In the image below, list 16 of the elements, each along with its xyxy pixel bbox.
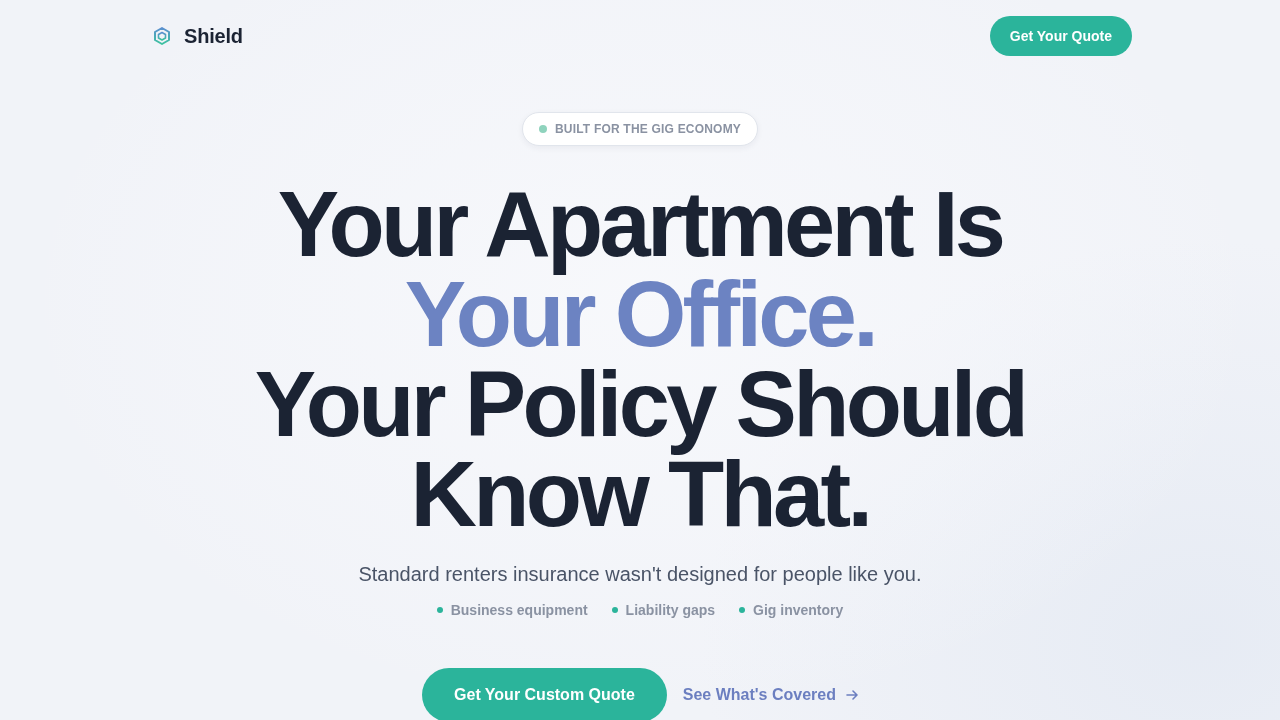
feature-label: Liability gaps xyxy=(625,601,716,620)
arrow-right-icon xyxy=(845,689,858,701)
brand-name: Shield xyxy=(184,24,243,48)
feature-label: Gig inventory xyxy=(753,601,844,620)
status-dot-icon xyxy=(538,125,547,133)
hero-subtitle: Standard renters insurance wasn't designed for people like you. xyxy=(358,562,922,587)
hexagon-logo-icon xyxy=(154,27,170,45)
bullet-dot-icon xyxy=(436,607,443,613)
feature-label: Business equipment xyxy=(450,601,588,620)
get-quote-button[interactable]: Get Your Quote xyxy=(989,16,1132,56)
bullet-dot-icon xyxy=(611,607,618,613)
bullet-dot-icon xyxy=(739,607,746,613)
hero-badge: BUILT FOR THE GIG ECONOMY xyxy=(521,112,759,146)
covered-link[interactable]: See What's Covered xyxy=(682,686,858,704)
hero-headline: Your Apartment Is Your Office. Your Policy Should Know That. xyxy=(254,179,1026,539)
custom-quote-button[interactable]: Get Your Custom Quote xyxy=(422,668,667,720)
